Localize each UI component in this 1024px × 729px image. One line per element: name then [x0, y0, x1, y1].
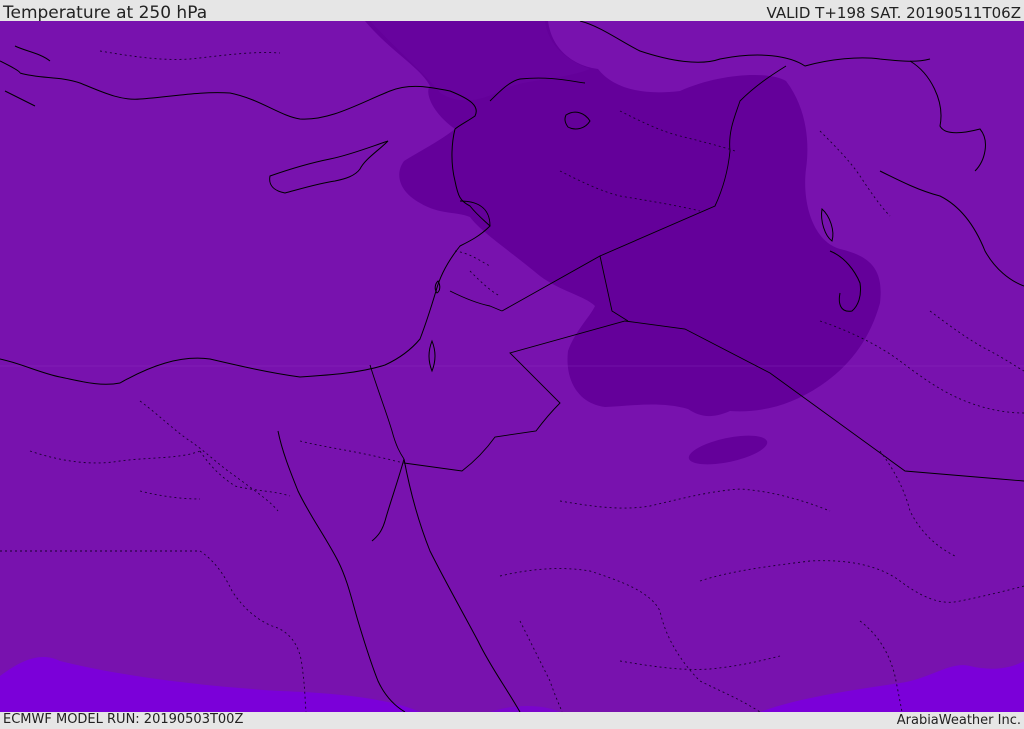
model-run-label: ECMWF MODEL RUN: 20190503T00Z [3, 712, 244, 727]
weather-map[interactable] [0, 21, 1024, 712]
header-bar: Temperature at 250 hPa VALID T+198 SAT. … [0, 0, 1024, 23]
map-canvas [0, 21, 1024, 712]
credit-label: ArabiaWeather Inc. [896, 713, 1021, 728]
valid-time-label: VALID T+198 SAT. 20190511T06Z [766, 4, 1021, 22]
footer-bar: ECMWF MODEL RUN: 20190503T00Z ArabiaWeat… [0, 712, 1024, 729]
map-title: Temperature at 250 hPa [3, 3, 208, 23]
